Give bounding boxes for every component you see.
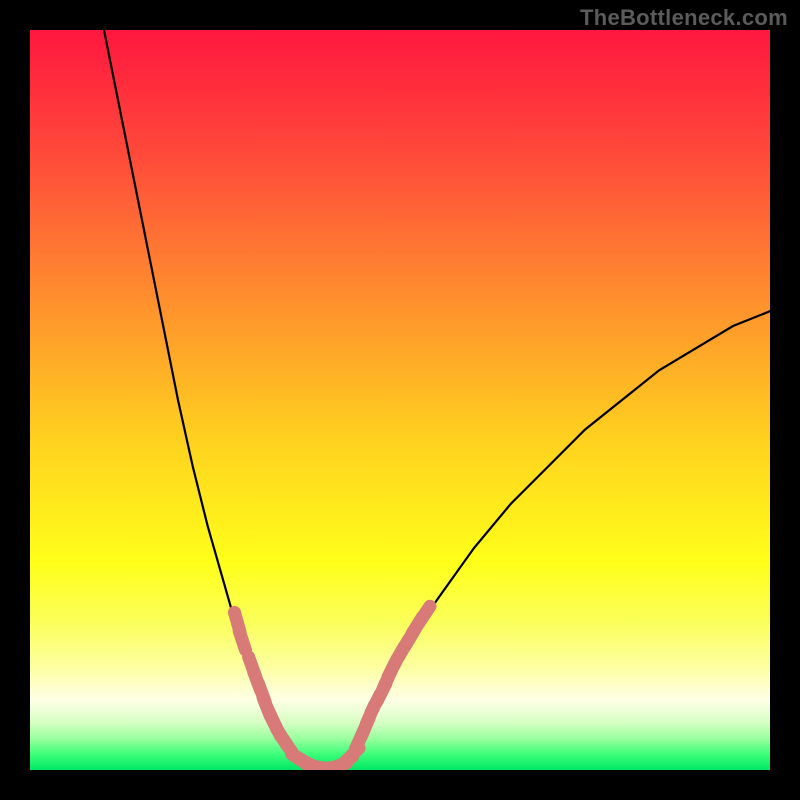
series-left-branch <box>104 30 311 766</box>
watermark-text: TheBottleneck.com <box>580 5 788 31</box>
chart-frame: TheBottleneck.com <box>0 0 800 800</box>
marker-pill <box>239 631 245 650</box>
plot-area <box>30 30 770 770</box>
marker-pill <box>419 606 430 623</box>
chart-svg <box>30 30 770 770</box>
series-right-branch <box>341 311 770 765</box>
curve-lines <box>104 30 770 769</box>
curve-markers <box>235 606 431 769</box>
